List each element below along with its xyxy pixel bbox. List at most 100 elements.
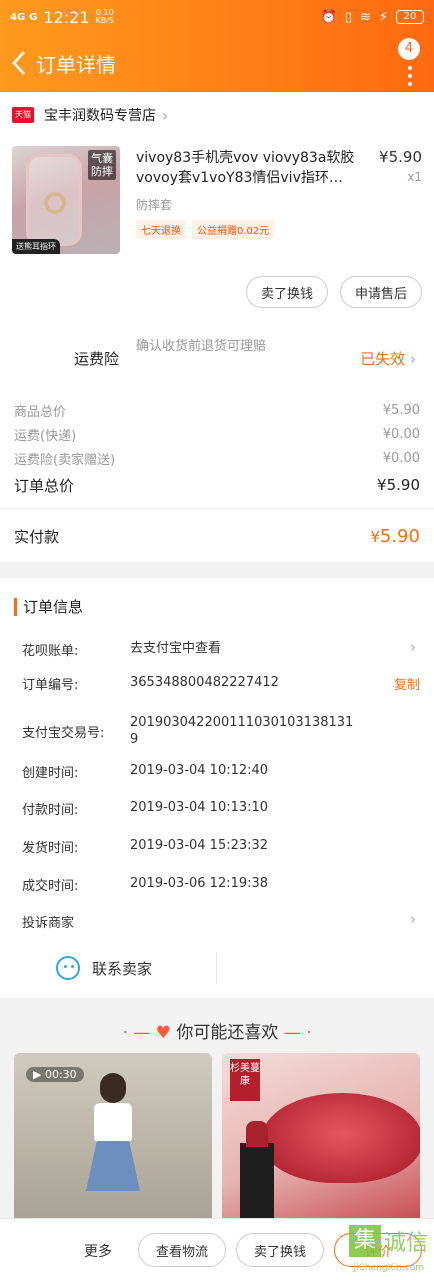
service-tags: 七天退换 公益捐赠0.02元 — [136, 220, 275, 239]
product-title: vivoy83手机壳vov viovy83a软胶vovoy套v1voY83情侣v… — [136, 150, 355, 186]
paid-label: 实付款 — [14, 527, 60, 546]
insurance-label: 运费险 — [74, 350, 120, 368]
video-time: 00:30 — [44, 1068, 77, 1081]
lipstick-image — [240, 1121, 274, 1223]
net-speed-unit: KB/S — [95, 16, 115, 25]
net-speed: 0.10 KB/S — [96, 9, 115, 25]
more-menu-button[interactable]: 4 — [390, 38, 420, 88]
paid-currency: ¥ — [370, 527, 380, 546]
status-icons: ⏰ ▯ ≋ ⚡ 20 — [321, 10, 424, 25]
fee-label: 商品总价 — [14, 404, 67, 420]
insurance-status: 已失效 › — [360, 350, 416, 368]
arrow-left-icon: · — — [122, 1023, 151, 1043]
contact-seller-button[interactable]: 联系卖家 — [56, 956, 152, 980]
shipping-insurance-row[interactable]: 运费险 确认收货前退货可理赔 已失效 › — [0, 336, 434, 384]
order-number: 365348800482227412 — [130, 675, 279, 690]
fee-value: ¥5.90 — [382, 402, 420, 418]
info-value: 2019-03-04 15:23:32 — [130, 838, 269, 853]
order-info-title: 订单信息 — [14, 598, 83, 616]
fee-row: 运费险(卖家赠送) ¥0.00 — [14, 446, 420, 470]
status-time: 12:21 — [43, 7, 90, 27]
store-row[interactable]: 天猫 宝丰润数码专营店 › — [0, 92, 434, 138]
watermark-text: 诚信 — [383, 1231, 428, 1256]
recommend-title: · — ♥ 你可能还喜欢 — · — [0, 1018, 434, 1043]
view-logistics-button[interactable]: 查看物流 — [138, 1233, 226, 1267]
recommend-item[interactable]: ▶ 00:30 — [14, 1053, 212, 1223]
thumbnail-label-1: 气囊 — [91, 152, 113, 165]
info-value: 2019-03-06 12:19:38 — [130, 876, 269, 891]
divider — [0, 508, 434, 509]
info-value: 去支付宝中查看 — [130, 641, 222, 656]
order-info-card: 订单信息 花呗账单: 去支付宝中查看 › 订单编号: 3653488004822… — [0, 578, 434, 938]
order-total-label: 订单总价 — [14, 476, 75, 495]
bottom-action-bar: 更多 查看物流 卖了换钱 评价 集 诚信 JiChengXin.com — [0, 1218, 434, 1280]
contact-seller-label: 联系卖家 — [92, 959, 153, 978]
fee-row: 运费(快递) ¥0.00 — [14, 422, 420, 446]
info-label: 支付宝交易号: — [22, 726, 105, 741]
ring-holder-image — [44, 192, 66, 214]
fee-label: 运费险(卖家赠送) — [14, 452, 116, 468]
tmall-logo: 天猫 — [12, 107, 34, 123]
thumbnail-label-2: 防摔 — [91, 165, 113, 178]
product-price: ¥5.90 — [379, 148, 422, 166]
after-sales-button[interactable]: 申请售后 — [339, 276, 422, 308]
charging-icon: ⚡ — [378, 9, 388, 25]
thumbnail-badge: 送熊耳指环 — [12, 239, 60, 254]
nav-bar: 订单详情 4 — [0, 34, 434, 92]
complaint-label: 投诉商家 — [22, 916, 75, 931]
copy-button[interactable]: 复制 — [394, 674, 420, 693]
product-actions: 卖了换钱 申请售后 — [245, 276, 422, 308]
lipstick-photo — [262, 1093, 420, 1183]
chevron-right-icon: › — [162, 105, 169, 125]
back-icon[interactable] — [6, 48, 32, 78]
thumbnail-label: 气囊 防摔 — [88, 150, 116, 180]
contact-seller-bar: 联系卖家 — [0, 938, 434, 998]
store-name: 宝丰润数码专营店 — [44, 108, 156, 124]
brand-stamp: 杉美蔓康 — [230, 1059, 260, 1101]
tag-charity: 公益捐赠0.02元 — [192, 220, 275, 239]
alarm-icon: ⏰ — [320, 9, 337, 25]
wifi-icon: ≋ — [359, 9, 371, 25]
insurance-desc: 确认收货前退货可理赔 — [136, 339, 267, 354]
heart-icon: ♥ — [155, 1023, 171, 1043]
fee-label: 运费(快递) — [14, 428, 77, 444]
fee-breakdown: 商品总价 ¥5.90 运费(快递) ¥0.00 运费险(卖家赠送) ¥0.00 … — [14, 398, 420, 500]
info-label: 付款时间: — [22, 803, 79, 818]
resell-button-bottom[interactable]: 卖了换钱 — [236, 1233, 324, 1267]
insurance-status-text: 已失效 — [360, 350, 406, 368]
order-product-card: 天猫 宝丰润数码专营店 › 气囊 防摔 送熊耳指环 vivoy83手机壳vov … — [0, 92, 434, 562]
divider — [216, 952, 217, 984]
model-photo — [84, 1073, 144, 1223]
signal-4g: 4G — [10, 11, 26, 23]
watermark-char: 集 — [348, 1225, 381, 1257]
tag-return: 七天退换 — [136, 220, 186, 239]
message-badge: 4 — [398, 38, 420, 60]
chat-face-icon — [56, 956, 80, 980]
watermark-url: JiChengXin.com — [353, 1263, 424, 1273]
info-label: 订单编号: — [22, 678, 79, 693]
info-value: 2019-03-04 10:12:40 — [130, 763, 269, 778]
signal-g: G — [29, 11, 38, 23]
product-thumbnail: 气囊 防摔 送熊耳指环 — [12, 146, 120, 254]
product-spec: 防摔套 — [136, 198, 173, 212]
resell-button[interactable]: 卖了换钱 — [245, 276, 328, 308]
video-duration-badge: ▶ 00:30 — [26, 1067, 84, 1082]
recommendations: · — ♥ 你可能还喜欢 — · ▶ 00:30 杉美蔓康 — [0, 998, 434, 1223]
paid-value: 5.90 — [379, 525, 420, 547]
order-total-row: 订单总价 ¥5.90 — [14, 470, 420, 500]
info-label: 花呗账单: — [22, 644, 79, 659]
watermark-logo: 集 诚信 JiChengXin.com — [348, 1225, 428, 1273]
chevron-right-icon: › — [410, 910, 416, 928]
product-quantity: x1 — [407, 170, 422, 184]
more-button[interactable]: 更多 — [84, 1241, 112, 1261]
app-header: 4G G 12:21 0.10 KB/S ⏰ ▯ ≋ ⚡ 20 订单详情 4 — [0, 0, 434, 92]
fee-value: ¥0.00 — [382, 450, 420, 466]
battery-icon: 20 — [396, 10, 424, 24]
fee-row: 商品总价 ¥5.90 — [14, 398, 420, 422]
recommend-title-text: 你可能还喜欢 — [176, 1023, 279, 1043]
recommend-item[interactable]: 杉美蔓康 — [222, 1053, 420, 1223]
page-title: 订单详情 — [36, 52, 116, 77]
paid-amount-row: 实付款 ¥5.90 — [14, 516, 420, 556]
info-label: 创建时间: — [22, 766, 79, 781]
product-item[interactable]: 气囊 防摔 送熊耳指环 vivoy83手机壳vov viovy83a软胶vovo… — [12, 146, 422, 256]
